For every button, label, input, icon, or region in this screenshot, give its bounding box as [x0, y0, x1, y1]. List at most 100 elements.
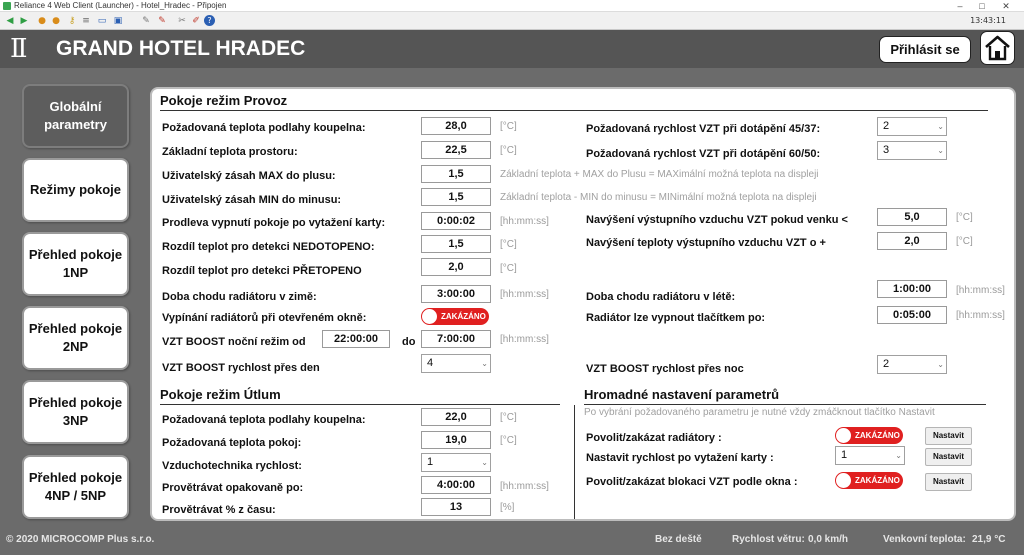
input-prodleva-vypnuti[interactable]: 0:00:02 [421, 212, 491, 230]
label-radiator-tlacitko: Radiátor lze vypnout tlačítkem po: [586, 312, 766, 324]
toggle-hromadne-radiatory[interactable]: ZAKÁZÁNO [835, 427, 903, 444]
pen-icon[interactable]: ✐ [190, 15, 202, 27]
minimize-icon[interactable]: – [950, 0, 970, 12]
chevron-down-icon: ⌄ [937, 122, 944, 131]
select-boost-den[interactable]: 4 ⌄ [421, 354, 491, 373]
select-rychlost-45[interactable]: 2 ⌄ [877, 117, 947, 136]
input-zasah-min[interactable]: 1,5 [421, 188, 491, 206]
label-prodleva-vypnuti: Prodleva vypnutí pokoje po vytažení kart… [162, 217, 386, 229]
unit-pretopeno: [°C] [500, 263, 517, 274]
maximize-icon[interactable]: □ [972, 0, 992, 12]
computer-icon[interactable]: ▣ [112, 15, 124, 27]
select-hromadne-rychlost[interactable]: 1 ⌄ [835, 446, 905, 465]
toggle-vypinani-okno[interactable]: ZAKÁZÁNO [421, 308, 489, 325]
input-utlum-podlaha[interactable]: 22,0 [421, 408, 491, 426]
unit-zakladni-teplota: [°C] [500, 145, 517, 156]
chevron-down-icon: ⌄ [937, 360, 944, 369]
list-icon[interactable]: ≡ [80, 15, 92, 27]
input-zasah-max[interactable]: 1,5 [421, 165, 491, 183]
input-radiator-tlacitko[interactable]: 0:05:00 [877, 306, 947, 324]
clock: 13:43:11 [970, 16, 1006, 25]
nav-prehled-pokoje-2np[interactable]: Přehled pokoje 2NP [22, 306, 129, 370]
key-icon[interactable]: ⚷ [66, 15, 78, 27]
app-header: ΙΙ GRAND HOTEL HRADEC Přihlásit se [0, 30, 1024, 68]
select-utlum-vzt-value: 1 [427, 456, 434, 468]
copyright: © 2020 MICROCOMP Plus s.r.o. [6, 534, 155, 545]
select-utlum-vzt[interactable]: 1 ⌄ [421, 453, 491, 472]
section-title-hromadne: Hromadné nastavení parametrů [584, 386, 780, 405]
outside-temp-label: Venkovní teplota: [883, 534, 966, 545]
label-utlum-pokoj: Požadovaná teplota pokoj: [162, 437, 302, 449]
select-rychlost-60[interactable]: 3 ⌄ [877, 141, 947, 160]
label-radiator-zima: Doba chodu radiátoru v zimě: [162, 291, 317, 303]
nastavit-radiatory-button[interactable]: Nastavit [925, 427, 972, 445]
outside-temp-value: 21,9 °C [972, 534, 1006, 545]
select-rychlost-60-value: 3 [883, 144, 890, 156]
arrow-right-icon[interactable]: ▶ [18, 15, 30, 27]
input-utlum-pokoj[interactable]: 19,0 [421, 431, 491, 449]
user-icon[interactable]: ● [36, 15, 48, 27]
label-utlum-provetravat: Provětrávat opakovaně po: [162, 482, 304, 494]
edit-red-icon[interactable]: ✎ [156, 15, 168, 27]
label-boost-noc: VZT BOOST rychlost přes noc [586, 363, 744, 375]
rain-status: Bez deště [655, 534, 702, 545]
input-radiator-leto[interactable]: 1:00:00 [877, 280, 947, 298]
nav-prehled-pokoje-3np[interactable]: Přehled pokoje 3NP [22, 380, 129, 444]
note-zasah-min: Základní teplota - MIN do minusu = MINim… [500, 192, 817, 203]
unit-podlaha-koupelna: [°C] [500, 121, 517, 132]
input-nedotopeno[interactable]: 1,5 [421, 235, 491, 253]
hotel-logo: ΙΙ [10, 34, 28, 64]
nastavit-blokace-button[interactable]: Nastavit [925, 473, 972, 491]
login-button[interactable]: Přihlásit se [879, 36, 971, 63]
label-boost-nocni: VZT BOOST noční režim od [162, 336, 306, 348]
input-boost-od[interactable]: 22:00:00 [322, 330, 390, 348]
monitor-icon[interactable]: ▭ [96, 15, 108, 27]
unit-boost: [hh:mm:ss] [500, 334, 549, 345]
label-zakladni-teplota: Základní teplota prostoru: [162, 146, 298, 158]
input-navyseni-teploty[interactable]: 2,0 [877, 232, 947, 250]
tools-icon[interactable]: ✂ [176, 15, 188, 27]
select-hromadne-rychlost-value: 1 [841, 449, 848, 461]
nastavit-rychlost-button[interactable]: Nastavit [925, 448, 972, 466]
hromadne-note: Po vybrání požadovaného parametru je nut… [584, 407, 935, 418]
input-podlaha-koupelna[interactable]: 28,0 [421, 117, 491, 135]
nav-rezimy-pokoje[interactable]: Režimy pokoje [22, 158, 129, 222]
input-zakladni-teplota[interactable]: 22,5 [421, 141, 491, 159]
label-utlum-podlaha: Požadovaná teplota podlahy koupelna: [162, 414, 366, 426]
help-icon[interactable]: ? [204, 15, 215, 26]
nav-prehled-pokoje-4np-5np[interactable]: Přehled pokoje 4NP / 5NP [22, 455, 129, 519]
unit-utlum-podlaha: [°C] [500, 412, 517, 423]
label-podlaha-koupelna: Požadovaná teplota podlahy koupelna: [162, 122, 366, 134]
arrow-left-icon[interactable]: ◀ [4, 15, 16, 27]
unit-prodleva-vypnuti: [hh:mm:ss] [500, 216, 549, 227]
page-title: GRAND HOTEL HRADEC [56, 37, 306, 60]
input-boost-do[interactable]: 7:00:00 [421, 330, 491, 348]
unit-radiator-tlacitko: [hh:mm:ss] [956, 310, 1005, 321]
input-utlum-procento[interactable]: 13 [421, 498, 491, 516]
select-boost-den-value: 4 [427, 357, 434, 369]
unit-utlum-provetravat: [hh:mm:ss] [500, 481, 549, 492]
label-radiator-leto: Doba chodu radiátoru v létě: [586, 291, 736, 303]
nav-prehled-pokoje-1np[interactable]: Přehled pokoje 1NP [22, 232, 129, 296]
select-boost-noc-value: 2 [883, 358, 890, 370]
window-title: Reliance 4 Web Client (Launcher) - Hotel… [14, 1, 227, 10]
note-zasah-max: Základní teplota + MAX do Plusu = MAXimá… [500, 169, 819, 180]
close-icon[interactable]: ✕ [996, 0, 1016, 12]
section-divider [160, 404, 560, 405]
nav-globalni-parametry[interactable]: Globální parametry [22, 84, 129, 148]
label-utlum-vzt: Vzduchotechnika rychlost: [162, 460, 302, 472]
edit-icon[interactable]: ✎ [140, 15, 152, 27]
wind-value: 0,0 km/h [808, 534, 849, 545]
users-icon[interactable]: ● [50, 15, 62, 27]
input-radiator-zima[interactable]: 3:00:00 [421, 285, 491, 303]
input-utlum-provetravat[interactable]: 4:00:00 [421, 476, 491, 494]
select-boost-noc[interactable]: 2 ⌄ [877, 355, 947, 374]
chevron-down-icon: ⌄ [481, 359, 488, 368]
toggle-hromadne-blokace[interactable]: ZAKÁZÁNO [835, 472, 903, 489]
input-navyseni-vzduchu[interactable]: 5,0 [877, 208, 947, 226]
app-icon [3, 2, 11, 10]
input-pretopeno[interactable]: 2,0 [421, 258, 491, 276]
window-titlebar: Reliance 4 Web Client (Launcher) - Hotel… [0, 0, 1024, 12]
home-button[interactable] [980, 31, 1015, 65]
label-navyseni-teploty: Navýšení teploty výstupního vzduchu VZT … [586, 237, 826, 249]
